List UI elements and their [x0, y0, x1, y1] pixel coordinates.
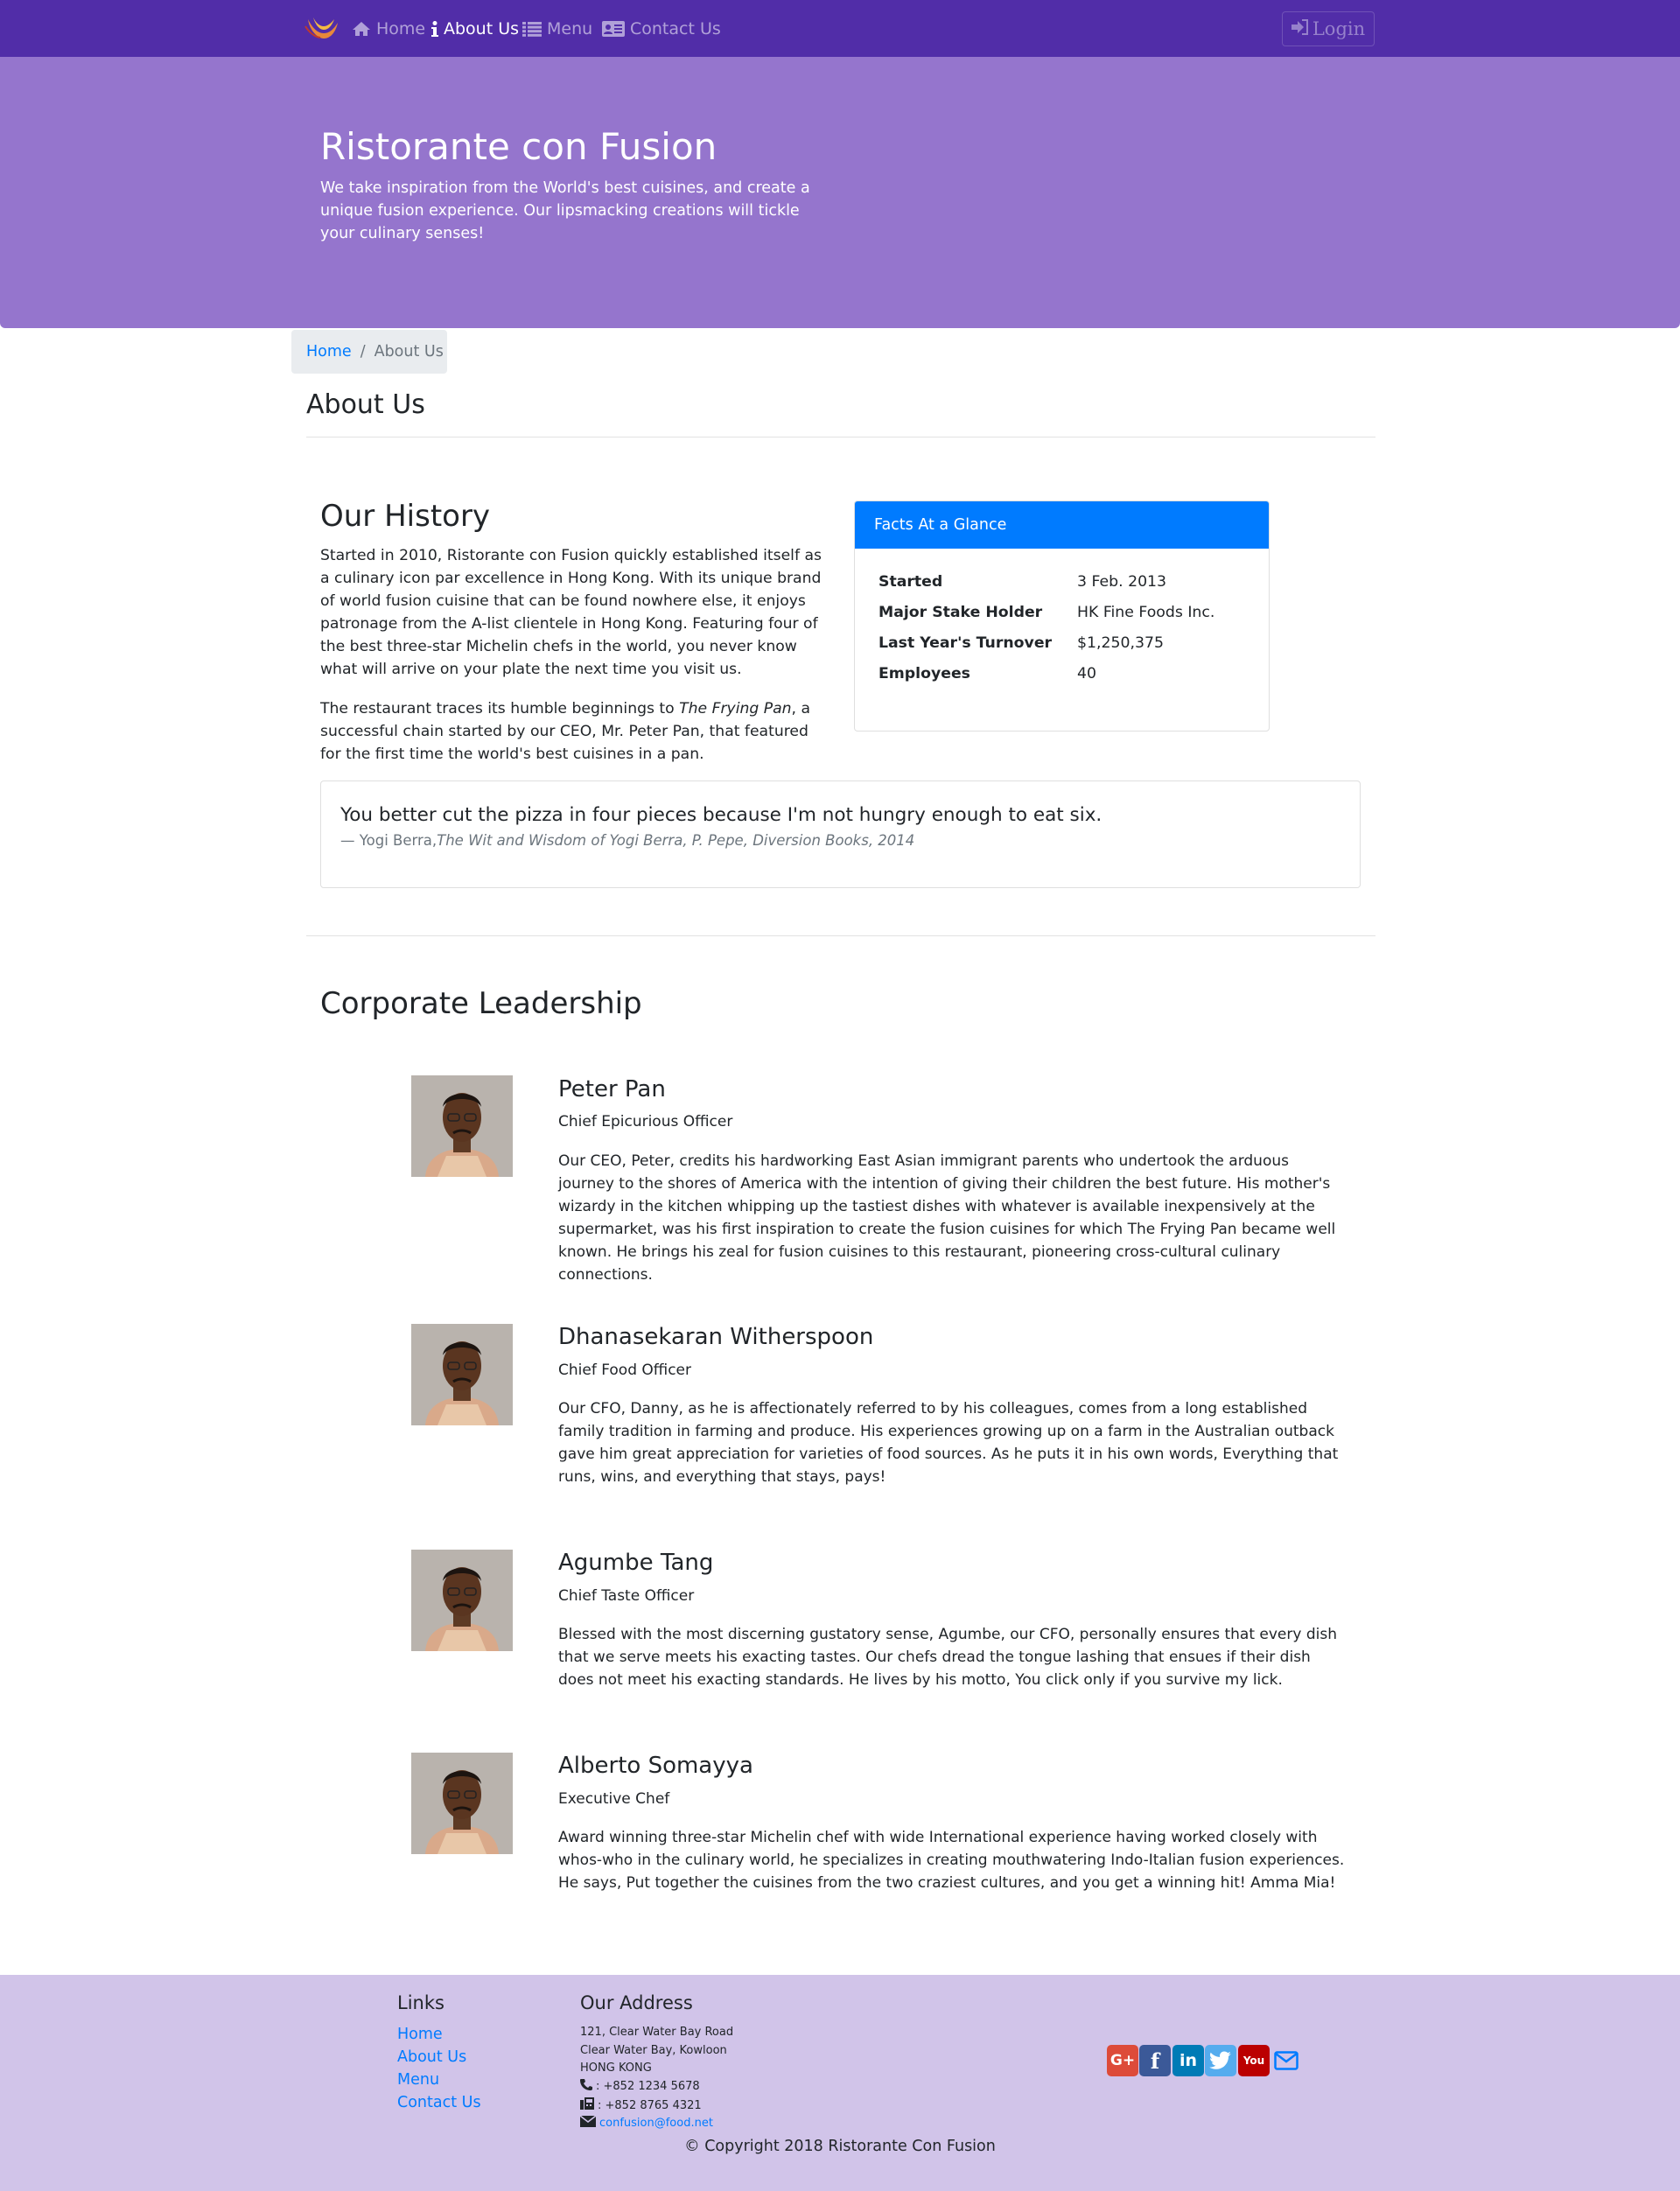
fact-value: HK Fine Foods Inc. — [1077, 604, 1215, 621]
leader-name: Peter Pan — [558, 1076, 666, 1102]
linkedin-icon[interactable]: in — [1172, 2045, 1204, 2076]
list-icon — [522, 21, 542, 37]
leader-description: Our CEO, Peter, credits his hardworking … — [558, 1152, 1336, 1284]
twitter-icon[interactable] — [1205, 2045, 1236, 2076]
nav-contact-us[interactable]: Contact Us — [602, 18, 721, 40]
quote-author: Yogi Berra, — [359, 832, 438, 849]
history-paragraph-2-text: The restaurant traces its humble beginni… — [320, 700, 680, 718]
nav-home-label: Home — [376, 19, 426, 38]
quote-text: You better cut the pizza in four pieces … — [340, 804, 1102, 826]
address-fax: : +852 8765 4321 — [580, 2097, 702, 2113]
google-plus-icon[interactable]: G+ — [1107, 2045, 1138, 2076]
phone-number: : +852 1234 5678 — [596, 2080, 700, 2093]
footer-link-about-us[interactable]: About Us — [397, 2048, 466, 2066]
nav-menu-label: Menu — [547, 19, 593, 38]
leader-role: Chief Food Officer — [558, 1362, 691, 1379]
footer-link-home[interactable]: Home — [397, 2026, 443, 2043]
leader-name: Dhanasekaran Witherspoon — [558, 1324, 874, 1350]
fax-number: : +852 8765 4321 — [598, 2098, 702, 2112]
history-paragraph-2: The restaurant traces its humble beginni… — [320, 697, 828, 766]
facts-card-header: Facts At a Glance — [855, 501, 1269, 549]
footer — [0, 1975, 1680, 2191]
navbar: Home About Us Menu Contact Us Login — [0, 0, 1680, 57]
fact-value: 3 Feb. 2013 — [1077, 573, 1167, 591]
leader-photo — [411, 1324, 513, 1425]
jumbotron: Ristorante con Fusion We take inspiratio… — [0, 57, 1680, 328]
envelope-icon — [579, 2115, 597, 2131]
facebook-icon[interactable]: f — [1139, 2045, 1171, 2076]
leader-role: Chief Epicurious Officer — [558, 1113, 733, 1130]
footer-links-title: Links — [397, 1992, 444, 2013]
fax-icon — [580, 2097, 594, 2113]
leader-name: Alberto Somayya — [558, 1753, 753, 1779]
copyright: © Copyright 2018 Ristorante Con Fusion — [684, 2138, 996, 2155]
address-email: confusion@food.net — [579, 2115, 713, 2131]
envelope-icon[interactable] — [1270, 2045, 1302, 2076]
breadcrumb-separator: / — [360, 343, 366, 360]
login-label: Login — [1312, 18, 1366, 39]
quote-source: The Wit and Wisdom of Yogi Berra, P. Pep… — [437, 832, 915, 849]
info-icon — [431, 21, 438, 37]
history-title: Our History — [320, 499, 491, 534]
leader-name: Agumbe Tang — [558, 1550, 714, 1576]
leader-role: Executive Chef — [558, 1790, 670, 1808]
quote-footer: — Yogi Berra,The Wit and Wisdom of Yogi … — [340, 832, 914, 849]
breadcrumb: Home / About Us — [291, 330, 447, 374]
jumbotron-title: Ristorante con Fusion — [320, 125, 718, 168]
leader-role: Chief Taste Officer — [558, 1587, 695, 1605]
fact-value: $1,250,375 — [1077, 634, 1164, 652]
leader-description: Blessed with the most discerning gustato… — [558, 1626, 1337, 1689]
fact-label: Major Stake Holder — [878, 604, 1043, 621]
fact-label: Started — [878, 573, 943, 591]
page-title: About Us — [306, 389, 425, 420]
history-paragraph-1: Started in 2010, Ristorante con Fusion q… — [320, 547, 822, 678]
fact-label: Last Year's Turnover — [878, 634, 1053, 652]
address-line: Clear Water Bay, Kowloon — [580, 2044, 727, 2057]
leader-photo — [411, 1753, 513, 1854]
breadcrumb-current: About Us — [374, 343, 444, 360]
address-line: HONG KONG — [580, 2062, 652, 2075]
jumbotron-text: We take inspiration from the World's bes… — [320, 179, 810, 242]
leadership-title: Corporate Leadership — [320, 986, 642, 1021]
nav-contact-us-label: Contact Us — [630, 19, 721, 38]
address-phone: : +852 1234 5678 — [580, 2079, 700, 2094]
fact-value: 40 — [1077, 665, 1096, 682]
footer-address-title: Our Address — [580, 1992, 693, 2013]
divider — [306, 437, 1376, 438]
quote-card: You better cut the pizza in four pieces … — [320, 780, 1361, 888]
facts-card: Facts At a Glance Started 3 Feb. 2013 Ma… — [854, 500, 1270, 732]
footer-link-menu[interactable]: Menu — [397, 2071, 439, 2089]
home-icon — [352, 21, 371, 37]
login-button[interactable]: Login — [1282, 11, 1375, 46]
phone-icon — [580, 2079, 592, 2094]
address-card-icon — [602, 21, 625, 37]
address-line: 121, Clear Water Bay Road — [580, 2026, 734, 2039]
leader-description: Our CFO, Danny, as he is affectionately … — [558, 1400, 1339, 1486]
breadcrumb-home-link[interactable]: Home — [306, 343, 352, 360]
frying-pan-title: The Frying Pan — [679, 700, 792, 718]
sign-in-icon — [1291, 18, 1309, 39]
divider — [306, 935, 1376, 936]
nav-about-us-label: About Us — [444, 19, 520, 38]
email-link[interactable]: confusion@food.net — [599, 2117, 713, 2130]
leader-photo — [411, 1550, 513, 1651]
quote-dash: — — [340, 832, 355, 849]
leader-photo — [411, 1075, 513, 1177]
nav-menu[interactable]: Menu — [522, 18, 592, 40]
nav-home[interactable]: Home — [352, 18, 425, 40]
footer-link-contact-us[interactable]: Contact Us — [397, 2094, 481, 2111]
nav-about-us[interactable]: About Us — [431, 18, 519, 40]
fact-label: Employees — [878, 665, 970, 682]
leader-description: Award winning three-star Michelin chef w… — [558, 1829, 1345, 1892]
youtube-icon[interactable]: You — [1238, 2045, 1270, 2076]
brand-logo[interactable] — [304, 14, 341, 44]
